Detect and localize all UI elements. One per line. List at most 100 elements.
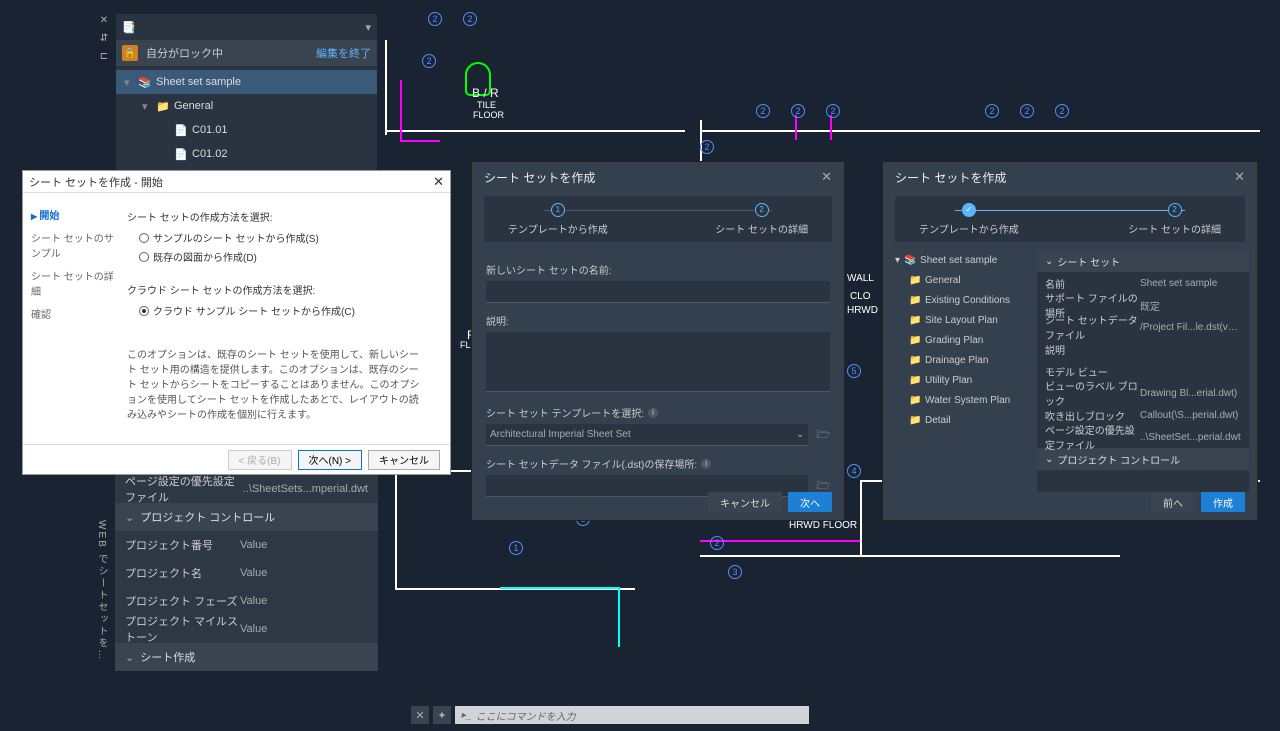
tree-root-sheet-set[interactable]: ▾ 📚 Sheet set sample [116,70,377,94]
prop-row-project-name[interactable]: プロジェクト名Value [115,559,378,587]
step-dot-done: ✓ [962,203,976,217]
tree-item-water-system[interactable]: 📁Water System Plan [891,390,1031,410]
level-marker-4: 4 [847,464,861,478]
expand-icon[interactable]: ▾ [895,255,900,266]
cancel-button[interactable]: キャンセル [368,450,440,470]
close-icon[interactable]: ✕ [433,174,444,190]
prop-view-label-block[interactable]: ビューのラベル ブロックDrawing Bl...erial.dwt) [1037,382,1249,404]
command-input[interactable]: ▸_ ここにコマンドを入力 [455,706,809,724]
vertical-tab-label[interactable]: WEB でシートセットを… [94,520,109,662]
properties-panel: ページ設定の優先設定ファイル ..\SheetSets...mperial.dw… [115,475,378,671]
prop-page-override[interactable]: ページ設定の優先設定ファイル..\SheetSet...perial.dwt [1037,426,1249,448]
tree-item-detail[interactable]: 📁Detail [891,410,1031,430]
ssm-toolbar-icon[interactable]: 📑 [122,21,136,34]
wizard-nav-confirm[interactable]: 確認 [29,302,117,325]
tree-item-general[interactable]: 📁General [891,270,1031,290]
prop-section-project-control[interactable]: ⌄ プロジェクト コントロール [115,503,378,531]
wizard-description: このオプションは、既存のシート セットを使用して、新しいシート セット用の構造を… [127,348,438,423]
folder-icon: 📁 [909,275,921,286]
tree-sheet-c0102[interactable]: 📄 C01.02 [116,142,377,166]
back-button[interactable]: 前へ [1151,492,1195,512]
info-icon[interactable]: i [701,459,711,469]
radio-from-drawings[interactable]: 既存の図面から作成(D) [127,247,438,266]
tree-item-site-layout[interactable]: 📁Site Layout Plan [891,310,1031,330]
level-marker-2b: 2 [463,12,477,26]
level-marker-2d: 2 [756,104,770,118]
info-icon[interactable]: i [648,408,658,418]
stepper: ✓ テンプレートから作成 2 シート セットの詳細 [895,196,1245,242]
dialog-footer: キャンセル 次へ [708,492,832,512]
create-sheet-set-step1-dialog: シート セットを作成 ✕ 1 テンプレートから作成 2 シート セットの詳細 新… [471,161,845,521]
section-label: シート作成 [140,649,195,665]
stepper: 1 テンプレートから作成 2 シート セットの詳細 [484,196,832,242]
end-edit-link[interactable]: 編集を終了 [316,45,371,61]
ssm-toolbar-menu-icon[interactable]: ▾ [365,21,371,34]
tree-item-existing-conditions[interactable]: 📁Existing Conditions [891,290,1031,310]
sheet-set-name-input[interactable] [486,281,830,303]
dialog-header: シート セットを作成 ✕ [472,162,844,192]
room-sub-tile: TILE [477,100,496,110]
level-marker-2g: 2 [985,104,999,118]
tree-root[interactable]: ▾📚Sheet set sample [891,250,1031,270]
description-textarea[interactable] [486,332,830,392]
level-marker-2c: 2 [422,54,436,68]
template-tree: ▾📚Sheet set sample 📁General 📁Existing Co… [891,250,1031,492]
prop-row-page-override[interactable]: ページ設定の優先設定ファイル ..\SheetSets...mperial.dw… [115,475,378,503]
sheet-set-manager-panel: 📑 ▾ 🔒 自分がロック中 編集を終了 ▾ 📚 Sheet set sample… [115,13,378,171]
dock-close-icon[interactable]: ✕ [97,13,111,27]
prop-dst-file[interactable]: シート セットデータ ファイル/Project Fil...le.dst(v1.… [1037,316,1249,338]
wizard-nav-details[interactable]: シート セットの詳細 [29,264,117,302]
level-marker-2h: 2 [1020,104,1034,118]
close-icon[interactable]: ✕ [821,169,832,185]
browse-folder-icon[interactable]: 🗁 [816,426,830,445]
sheet-icon: 📄 [174,124,188,137]
section-sheet-set[interactable]: ⌄シート セット [1037,250,1249,272]
step-dot-2: 2 [755,203,769,217]
cancel-button[interactable]: キャンセル [708,492,782,512]
wizard-main: シート セットの作成方法を選択: サンプルのシート セットから作成(S) 既存の… [123,193,450,444]
prop-row-project-number[interactable]: プロジェクト番号Value [115,531,378,559]
prop-section-sheet-creation[interactable]: ⌄ シート作成 [115,643,378,671]
chevron-down-icon: ⌄ [796,429,804,440]
create-button[interactable]: 作成 [1201,492,1245,512]
sheet-set-icon: 📚 [904,255,916,266]
tree-item-utility[interactable]: 📁Utility Plan [891,370,1031,390]
folder-icon: 📁 [909,395,921,406]
tree-sheet-c0101[interactable]: 📄 C01.01 [116,118,377,142]
lock-icon: 🔒 [122,45,138,61]
folder-icon: 📁 [909,335,921,346]
command-close-icon[interactable]: ✕ [411,706,429,724]
tree-item-drainage[interactable]: 📁Drainage Plan [891,350,1031,370]
wizard-nav-begin[interactable]: 開始 [29,203,117,226]
wizard-nav-sample[interactable]: シート セットのサンプル [29,226,117,264]
radio-from-sample[interactable]: サンプルのシート セットから作成(S) [127,228,438,247]
ssm-tree: ▾ 📚 Sheet set sample ▾ 📁 General 📄 C01.0… [116,66,377,170]
level-marker-2e: 2 [791,104,805,118]
level-marker-2f: 2 [826,104,840,118]
step-label-1: テンプレートから作成 [919,221,1019,236]
field-label-template: シート セット テンプレートを選択:i [486,405,830,420]
next-button[interactable]: 次へ [788,492,832,512]
expand-icon[interactable]: ▾ [142,100,152,113]
tree-sheet2-label: C01.02 [192,148,227,160]
dock-pin-icon[interactable]: ⊏ [97,49,111,63]
template-select[interactable]: Architectural Imperial Sheet Set⌄ [486,424,808,446]
prop-row-project-phase[interactable]: プロジェクト フェーズValue [115,587,378,615]
level-marker-2a: 2 [428,12,442,26]
section-project-control[interactable]: ⌄プロジェクト コントロール [1037,448,1249,470]
prop-description[interactable]: 説明 [1037,338,1249,360]
prop-row-project-milestone[interactable]: プロジェクト マイルストーンValue [115,615,378,643]
close-icon[interactable]: ✕ [1234,169,1245,185]
tree-root-label: Sheet set sample [156,76,241,88]
section-label: プロジェクト コントロール [140,509,275,525]
tree-item-grading[interactable]: 📁Grading Plan [891,330,1031,350]
prop-value: ..\SheetSets...mperial.dwt [243,483,368,495]
next-button[interactable]: 次へ(N) > [298,450,363,470]
command-config-icon[interactable]: ✦ [433,706,451,724]
radio-from-cloud-sample[interactable]: クラウド サンプル シート セットから作成(C) [127,301,438,320]
tree-subset-general[interactable]: ▾ 📁 General [116,94,377,118]
group-label-cloud-method: クラウド シート セットの作成方法を選択: [127,282,438,297]
chevron-down-icon: ⌄ [1045,256,1053,267]
dock-expand-icon[interactable]: ⇵ [97,31,111,45]
expand-icon[interactable]: ▾ [124,76,134,89]
